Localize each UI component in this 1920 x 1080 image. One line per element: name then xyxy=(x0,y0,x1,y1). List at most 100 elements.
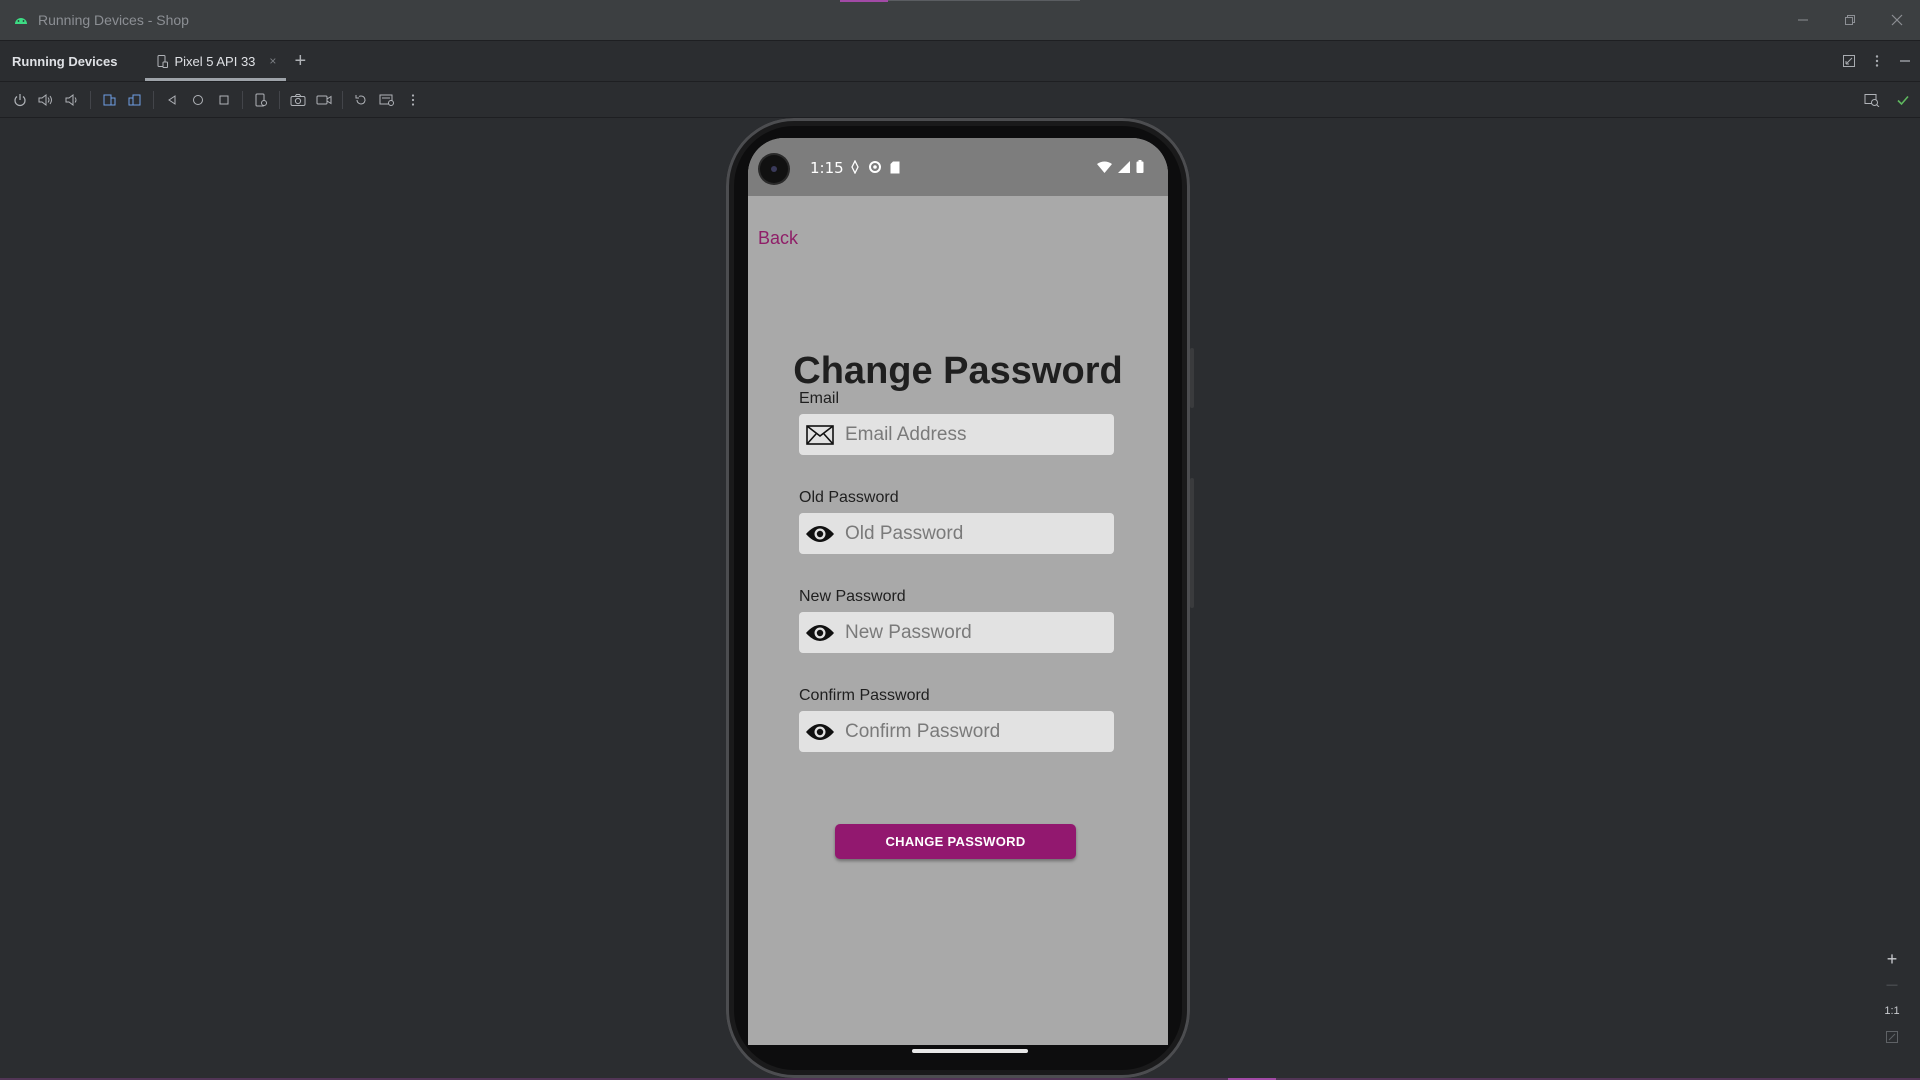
old-password-label: Old Password xyxy=(799,489,899,506)
toolbar-separator xyxy=(342,90,343,109)
restore-icon xyxy=(1844,15,1855,25)
expand-icon[interactable] xyxy=(1842,54,1856,68)
volume-down-icon xyxy=(65,93,77,106)
rotate-right-button[interactable] xyxy=(127,92,143,108)
extended-controls-button[interactable] xyxy=(379,92,395,108)
front-camera xyxy=(760,155,788,183)
confirm-password-field[interactable] xyxy=(799,711,1114,752)
device-volume-key xyxy=(1190,478,1194,608)
home-icon xyxy=(193,94,203,105)
screenshot-button[interactable] xyxy=(290,92,306,108)
close-icon xyxy=(1891,14,1902,26)
toolbar-separator xyxy=(153,90,154,109)
overview-button[interactable] xyxy=(216,92,232,108)
extended-controls-icon xyxy=(379,94,394,106)
title-accent xyxy=(840,0,888,2)
minimize-icon xyxy=(1797,19,1808,21)
email-input[interactable] xyxy=(845,423,1095,446)
video-camera-icon xyxy=(316,95,332,104)
gps-icon xyxy=(851,160,859,174)
eye-icon[interactable] xyxy=(805,622,835,644)
home-gesture-pill[interactable] xyxy=(912,1049,1028,1053)
device-settings-button[interactable] xyxy=(253,92,269,108)
rotate-right-icon xyxy=(128,94,141,105)
confirm-password-input[interactable] xyxy=(845,720,1095,743)
more-options-icon[interactable] xyxy=(1870,54,1884,68)
wifi-icon xyxy=(1097,161,1112,173)
eye-icon[interactable] xyxy=(805,523,835,545)
change-password-button[interactable]: CHANGE PASSWORD xyxy=(835,824,1076,859)
window-title: Running Devices - Shop xyxy=(38,12,189,28)
volume-down-button[interactable] xyxy=(64,92,80,108)
back-button[interactable] xyxy=(164,92,180,108)
title-accent-line xyxy=(888,0,1080,1)
toolbar-separator xyxy=(242,90,243,109)
zoom-in-button[interactable]: + xyxy=(1880,949,1904,969)
zoom-controls: + — 1:1 xyxy=(1880,949,1904,1046)
device-icon xyxy=(157,54,169,68)
device-mirror-icon[interactable] xyxy=(1864,93,1880,107)
power-button[interactable] xyxy=(12,92,28,108)
settings-gear-icon xyxy=(869,161,881,173)
toolbar-separator xyxy=(90,90,91,109)
email-field[interactable] xyxy=(799,414,1114,455)
device-screen[interactable]: 1:15 Back Change Password Email Old Pass… xyxy=(748,138,1168,1045)
notification-icons xyxy=(850,160,900,174)
tool-window-header: Running Devices Pixel 5 API 33 × + xyxy=(0,41,1920,82)
new-password-input[interactable] xyxy=(845,621,1095,644)
envelope-icon xyxy=(805,424,835,446)
new-password-label: New Password xyxy=(799,588,906,605)
toolbar-right-actions xyxy=(1864,82,1910,118)
reset-button[interactable] xyxy=(353,92,369,108)
confirm-password-label: Confirm Password xyxy=(799,687,930,704)
device-icon xyxy=(255,93,267,106)
zoom-actual-size-button[interactable]: 1:1 xyxy=(1880,1002,1904,1020)
more-icon xyxy=(411,93,415,106)
device-power-key xyxy=(1190,348,1194,408)
rotate-left-icon xyxy=(103,94,116,105)
tab-selected-indicator xyxy=(145,78,287,81)
fit-screen-icon xyxy=(1886,1031,1898,1043)
reset-icon xyxy=(355,94,366,104)
more-actions-button[interactable] xyxy=(405,92,421,108)
new-password-field[interactable] xyxy=(799,612,1114,653)
tab-close-button[interactable]: × xyxy=(269,54,276,68)
back-link[interactable]: Back xyxy=(758,228,798,249)
device-frame: 1:15 Back Change Password Email Old Pass… xyxy=(726,118,1194,1078)
back-icon xyxy=(168,94,176,105)
old-password-field[interactable] xyxy=(799,513,1114,554)
rotate-left-button[interactable] xyxy=(101,92,117,108)
add-device-tab-button[interactable]: + xyxy=(294,41,306,81)
battery-icon xyxy=(1136,160,1144,173)
device-toolbar xyxy=(0,82,1920,118)
hide-icon[interactable] xyxy=(1898,54,1912,68)
system-status-icons xyxy=(1097,160,1144,173)
toolbar-separator xyxy=(279,90,280,109)
camera-icon xyxy=(290,93,306,106)
power-icon xyxy=(14,93,26,106)
zoom-fit-button[interactable] xyxy=(1880,1028,1904,1046)
android-studio-logo-icon xyxy=(15,18,27,24)
status-bar: 1:15 xyxy=(748,138,1168,196)
minimize-window-button[interactable] xyxy=(1779,0,1826,40)
eye-icon[interactable] xyxy=(805,721,835,743)
restore-window-button[interactable] xyxy=(1826,0,1873,40)
email-label: Email xyxy=(799,390,840,407)
tool-window-actions xyxy=(1842,41,1912,81)
old-password-input[interactable] xyxy=(845,522,1095,545)
volume-up-icon xyxy=(38,93,52,106)
cell-signal-icon xyxy=(1118,160,1130,173)
screen-record-button[interactable] xyxy=(316,92,332,108)
status-clock: 1:15 xyxy=(810,159,844,177)
title-bar: Running Devices - Shop xyxy=(0,0,1920,41)
close-window-button[interactable] xyxy=(1873,0,1920,40)
zoom-out-button[interactable]: — xyxy=(1880,976,1904,994)
overview-icon xyxy=(219,95,229,104)
volume-up-button[interactable] xyxy=(38,92,54,108)
tab-pixel-5-api-33[interactable]: Pixel 5 API 33 × xyxy=(145,41,287,81)
page-title: Change Password xyxy=(793,350,1123,392)
home-button[interactable] xyxy=(190,92,206,108)
navigation-bar xyxy=(748,1045,1168,1061)
window-controls xyxy=(1779,0,1920,40)
tab-label: Pixel 5 API 33 xyxy=(174,53,256,69)
